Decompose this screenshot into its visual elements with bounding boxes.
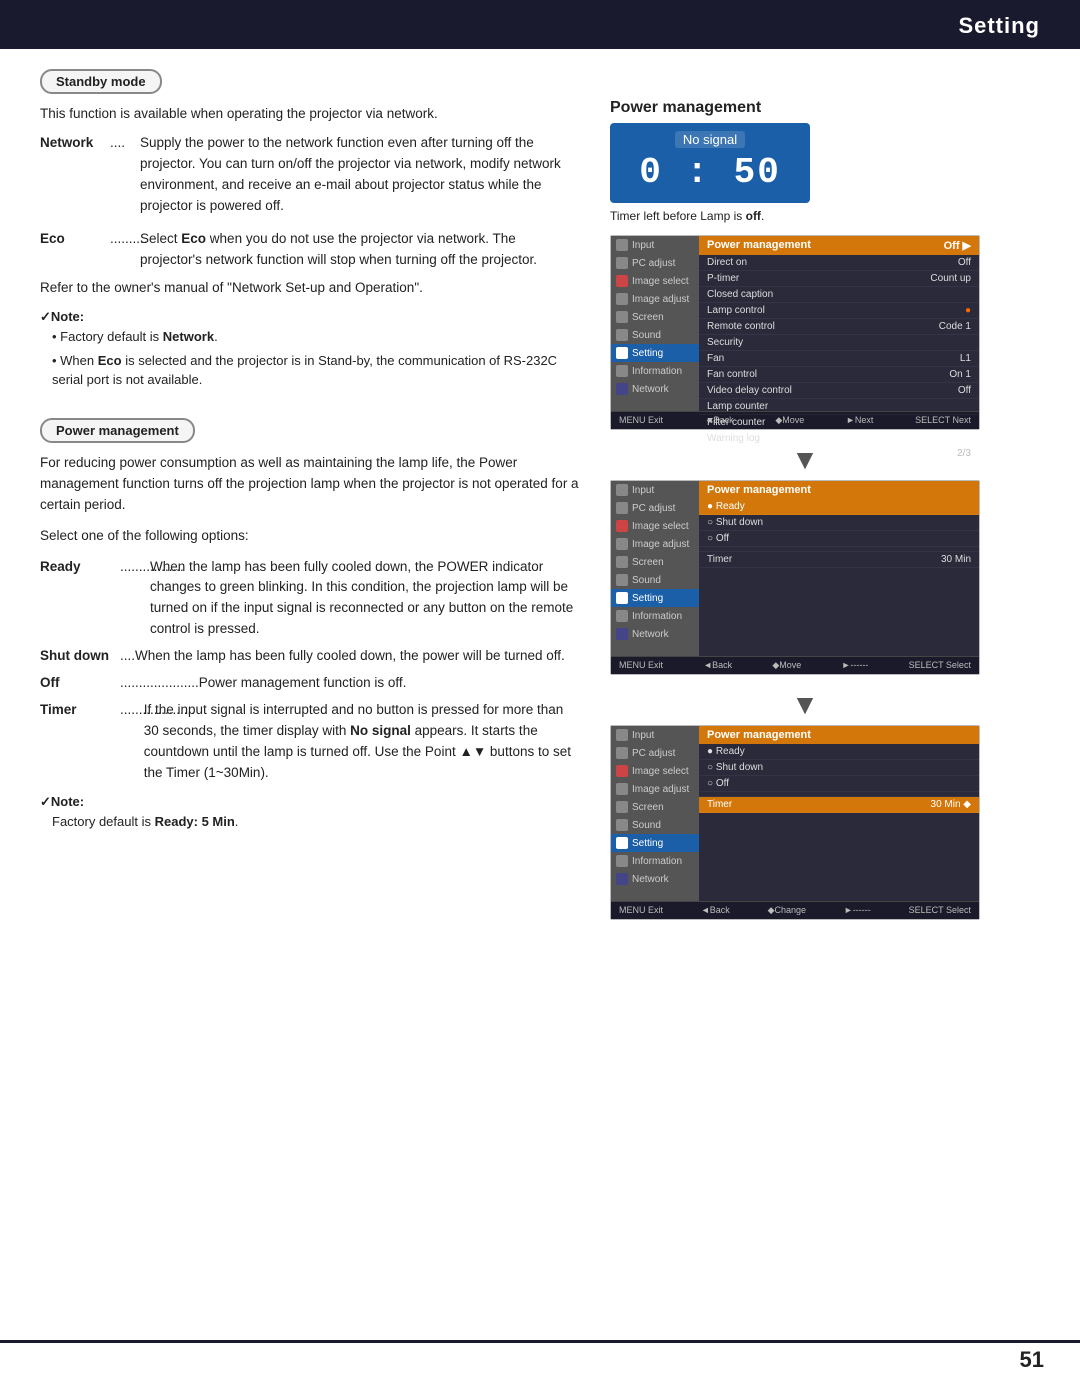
sidebar-2-information: Information (611, 607, 699, 625)
pm-screen: No signal 0 : 50 (610, 123, 810, 203)
sidebar-sound: Sound (611, 326, 699, 344)
network-desc: Supply the power to the network function… (140, 133, 580, 217)
sidebar-2-network: Network (611, 625, 699, 643)
arrow-down-2: ▼ (610, 689, 1000, 721)
menu-footer-2: MENU Exit◄Back◆Move►------SELECT Select (611, 656, 979, 674)
sidebar-3-network: Network (611, 870, 699, 888)
refer-text: Refer to the owner's manual of "Network … (40, 278, 580, 299)
sidebar-2-sound: Sound (611, 571, 699, 589)
right-column: Power management No signal 0 : 50 Timer … (610, 69, 1000, 934)
sidebar-image-select: Image select (611, 272, 699, 290)
standby-mode-label: Standby mode (40, 69, 162, 94)
menu-header-2: Power management (699, 481, 979, 499)
sidebar-3-image-select: Image select (611, 762, 699, 780)
sidebar-3-screen: Screen (611, 798, 699, 816)
pm-display-title: Power management (610, 99, 1000, 117)
menu-content-2: Power management ● Ready ○ Shut down ○ O… (699, 481, 979, 656)
sidebar-2-image-adjust: Image adjust (611, 535, 699, 553)
eco-term: Eco (40, 229, 110, 271)
menu-row-closed-caption: Closed caption (699, 287, 979, 303)
ready-term: Ready (40, 557, 120, 641)
sidebar-3-input: Input (611, 726, 699, 744)
timer-caption: Timer left before Lamp is off. (610, 209, 1000, 223)
menu-row-lamp-control: Lamp control● (699, 303, 979, 319)
menu-row-ready: ● Ready (699, 499, 979, 515)
menu-screenshot-2: Input PC adjust Image select Image adjus… (610, 480, 980, 675)
shutdown-term: Shut down (40, 646, 120, 667)
note2-text: Factory default is Ready: 5 Min. (52, 812, 580, 832)
menu-sidebar-3: Input PC adjust Image select Image adjus… (611, 726, 699, 901)
eco-desc: Select Eco when you do not use the proje… (140, 229, 580, 271)
menu-row-security: Security (699, 335, 979, 351)
menu-row-offc: ○ Off (699, 776, 979, 792)
sidebar-2-pc-adjust: PC adjust (611, 499, 699, 517)
standby-intro: This function is available when operatin… (40, 104, 580, 125)
ready-desc: When the lamp has been fully cooled down… (150, 557, 580, 641)
menu-row-offb: ○ Off (699, 531, 979, 547)
menu-header-3: Power management (699, 726, 979, 744)
sidebar-network: Network (611, 380, 699, 398)
menu-row-fan-control: Fan controlOn 1 (699, 367, 979, 383)
menu-screenshot-1: Input PC adjust Image select Image adjus… (610, 235, 980, 430)
menu-row-lamp-counter: Lamp counter (699, 399, 979, 415)
off-desc: Power management function is off. (199, 673, 407, 694)
sidebar-2-input: Input (611, 481, 699, 499)
sidebar-setting-active: Setting (611, 344, 699, 362)
sidebar-input: Input (611, 236, 699, 254)
pm-desc2: Select one of the following options: (40, 526, 580, 547)
menu-row-remote-control: Remote controlCode 1 (699, 319, 979, 335)
sidebar-image-adjust: Image adjust (611, 290, 699, 308)
timer-desc: If the input signal is interrupted and n… (144, 700, 580, 784)
shutdown-desc: When the lamp has been fully cooled down… (135, 646, 565, 667)
timer-display: 0 : 50 (622, 152, 798, 193)
network-term: Network (40, 133, 110, 217)
sidebar-2-image-select: Image select (611, 517, 699, 535)
menu-row-direct-on: Direct onOff (699, 255, 979, 271)
sidebar-2-screen: Screen (611, 553, 699, 571)
menu-content-1: Power managementOff ▶ Direct onOff P-tim… (699, 236, 979, 411)
sidebar-3-image-adjust: Image adjust (611, 780, 699, 798)
network-dots: .... (110, 133, 140, 217)
bottom-border (0, 1340, 1080, 1343)
sidebar-3-setting-active: Setting (611, 834, 699, 852)
sidebar-2-setting-active: Setting (611, 589, 699, 607)
menu-row-shutdownc: ○ Shut down (699, 760, 979, 776)
note2: • When Eco is selected and the projector… (52, 351, 580, 390)
menu-row-video-delay: Video delay controlOff (699, 383, 979, 399)
menu-content-3: Power management ● Ready ○ Shut down ○ O… (699, 726, 979, 901)
sidebar-information: Information (611, 362, 699, 380)
pm-display-box: Power management No signal 0 : 50 Timer … (610, 99, 1000, 223)
note-label-1: ✓Note: (40, 309, 580, 325)
pm-section: Power management For reducing power cons… (40, 418, 580, 831)
pm-label: Power management (40, 418, 195, 443)
menu-row-timer-b: Timer30 Min (699, 552, 979, 568)
off-term: Off (40, 673, 120, 694)
page-header: Setting (0, 3, 1080, 49)
menu-sidebar-1: Input PC adjust Image select Image adjus… (611, 236, 699, 411)
menu-row-fan: FanL1 (699, 351, 979, 367)
menu-sidebar-2: Input PC adjust Image select Image adjus… (611, 481, 699, 656)
left-column: Standby mode This function is available … (40, 69, 580, 934)
sidebar-3-pc-adjust: PC adjust (611, 744, 699, 762)
menu-footer-3: MENU Exit◄Back◆Change►------SELECT Selec… (611, 901, 979, 919)
page-title: Setting (958, 13, 1040, 38)
sidebar-screen: Screen (611, 308, 699, 326)
pm-desc1: For reducing power consumption as well a… (40, 453, 580, 516)
menu-row-timer-c: Timer30 Min ◆ (699, 797, 979, 813)
page-number: 51 (1020, 1347, 1044, 1373)
sidebar-3-information: Information (611, 852, 699, 870)
sidebar-pc-adjust: PC adjust (611, 254, 699, 272)
menu-row-readyc: ● Ready (699, 744, 979, 760)
menu-screenshot-3: Input PC adjust Image select Image adjus… (610, 725, 980, 920)
note1: • Factory default is Network. (52, 327, 580, 347)
no-signal-text: No signal (675, 131, 745, 148)
menu-row-warning-log: Warning log (699, 431, 979, 447)
note2-label: ✓Note: (40, 794, 580, 810)
timer-term: Timer (40, 700, 120, 784)
menu-header-1: Power managementOff ▶ (699, 236, 979, 255)
sidebar-3-sound: Sound (611, 816, 699, 834)
menu-row-shutdownb: ○ Shut down (699, 515, 979, 531)
menu-row-ptimer: P-timerCount up (699, 271, 979, 287)
